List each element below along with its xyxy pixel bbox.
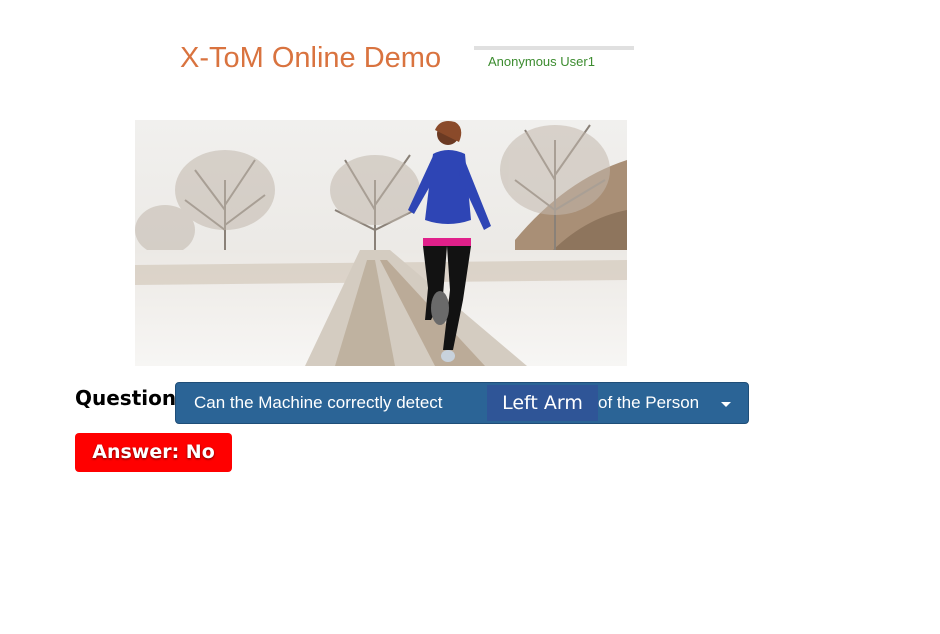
scene-image xyxy=(135,120,627,366)
question-prefix: Can the Machine correctly detect xyxy=(194,393,443,412)
caret-down-icon xyxy=(721,402,731,407)
question-label: Question: xyxy=(75,386,185,410)
question-dropdown-button[interactable]: Can the Machine correctly detect Left Ar… xyxy=(175,382,749,424)
question-suffix: of the Person xyxy=(598,393,700,412)
user-indicator: Anonymous User1 xyxy=(474,46,634,72)
answer-badge: Answer: No xyxy=(75,433,232,472)
page-title: X-ToM Online Demo xyxy=(180,42,442,74)
user-label: Anonymous User1 xyxy=(488,54,595,69)
question-target-selector[interactable]: Left Arm xyxy=(487,385,598,421)
